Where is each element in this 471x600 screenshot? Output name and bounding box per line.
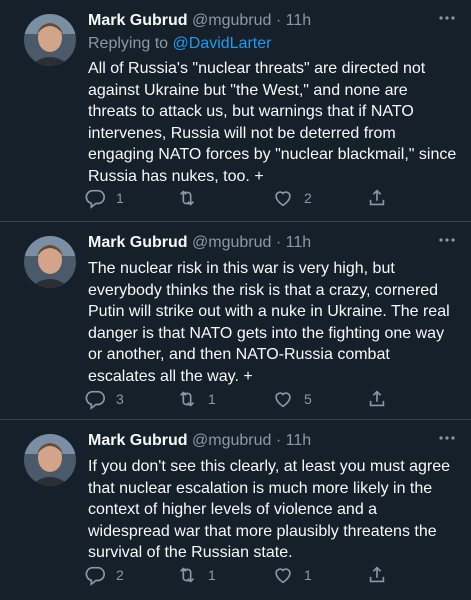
tweet[interactable]: Mark Gubrud @mgubrud · 11h The nuclear r… (0, 222, 471, 420)
share-button[interactable] (366, 386, 388, 412)
separator-dot: · (275, 12, 282, 29)
author-handle[interactable]: @mgubrud (192, 432, 271, 449)
reply-icon (85, 390, 105, 410)
share-icon (369, 390, 385, 407)
retweet-count: 1 (208, 391, 216, 407)
replying-to: Replying to @DavidLarter (88, 34, 271, 54)
reply-icon (85, 189, 105, 209)
avatar[interactable] (24, 434, 76, 486)
retweet-button[interactable] (176, 185, 208, 211)
avatar[interactable] (24, 236, 76, 288)
author-name[interactable]: Mark Gubrud (88, 12, 188, 29)
separator-dot: · (275, 234, 282, 251)
author-handle[interactable]: @mgubrud (192, 234, 271, 251)
share-button[interactable] (366, 562, 388, 588)
author-name[interactable]: Mark Gubrud (88, 234, 188, 251)
tweet-header: Mark Gubrud @mgubrud · 11h (88, 430, 461, 452)
like-button[interactable]: 1 (272, 562, 312, 588)
tweet-text: All of Russia's "nuclear threats" are di… (88, 60, 457, 185)
heart-icon (275, 568, 291, 584)
like-button[interactable]: 2 (272, 185, 312, 211)
like-count: 2 (304, 190, 312, 206)
retweet-button[interactable]: 1 (176, 386, 216, 412)
reply-icon (85, 566, 105, 586)
retweet-icon (179, 190, 195, 206)
tweet-actions: 1 2 (84, 185, 396, 211)
reply-count: 2 (116, 567, 124, 583)
tweet-text: If you don't see this clearly, at least … (88, 458, 451, 561)
tweet[interactable]: Mark Gubrud @mgubrud · 11h If you don't … (0, 420, 471, 600)
retweet-button[interactable]: 1 (176, 562, 216, 588)
reply-button[interactable]: 1 (84, 185, 124, 211)
tweet[interactable]: Mark Gubrud @mgubrud · 11h Replying to @… (0, 0, 471, 222)
avatar[interactable] (24, 14, 76, 66)
replying-to-prefix: Replying to (88, 35, 173, 52)
reply-count: 3 (116, 391, 124, 407)
author-name[interactable]: Mark Gubrud (88, 432, 188, 449)
more-horizontal-icon[interactable] (435, 428, 459, 448)
retweet-count: 1 (208, 567, 216, 583)
retweet-icon (179, 567, 195, 583)
heart-icon (275, 392, 291, 408)
more-horizontal-icon[interactable] (435, 8, 459, 28)
tweet-header: Mark Gubrud @mgubrud · 11h (88, 10, 461, 32)
share-icon (369, 189, 385, 206)
tweet-actions: 2 1 1 (84, 562, 396, 588)
tweet-header: Mark Gubrud @mgubrud · 11h (88, 232, 461, 254)
reply-count: 1 (116, 190, 124, 206)
timestamp[interactable]: 11h (286, 234, 312, 251)
tweet-thread: Mark Gubrud @mgubrud · 11h Replying to @… (0, 0, 471, 600)
more-horizontal-icon[interactable] (435, 230, 459, 250)
author-handle[interactable]: @mgubrud (192, 12, 271, 29)
like-count: 5 (304, 391, 312, 407)
reply-button[interactable]: 3 (84, 386, 124, 412)
replying-to-link[interactable]: @DavidLarter (173, 35, 272, 52)
tweet-text: The nuclear risk in this war is very hig… (88, 260, 450, 385)
share-button[interactable] (366, 185, 388, 211)
separator-dot: · (275, 432, 282, 449)
retweet-icon (179, 391, 195, 407)
tweet-actions: 3 1 5 (84, 386, 396, 412)
heart-icon (275, 191, 291, 207)
timestamp[interactable]: 11h (286, 432, 312, 449)
like-button[interactable]: 5 (272, 386, 312, 412)
timestamp[interactable]: 11h (286, 12, 312, 29)
reply-button[interactable]: 2 (84, 562, 124, 588)
like-count: 1 (304, 567, 312, 583)
share-icon (369, 566, 385, 583)
